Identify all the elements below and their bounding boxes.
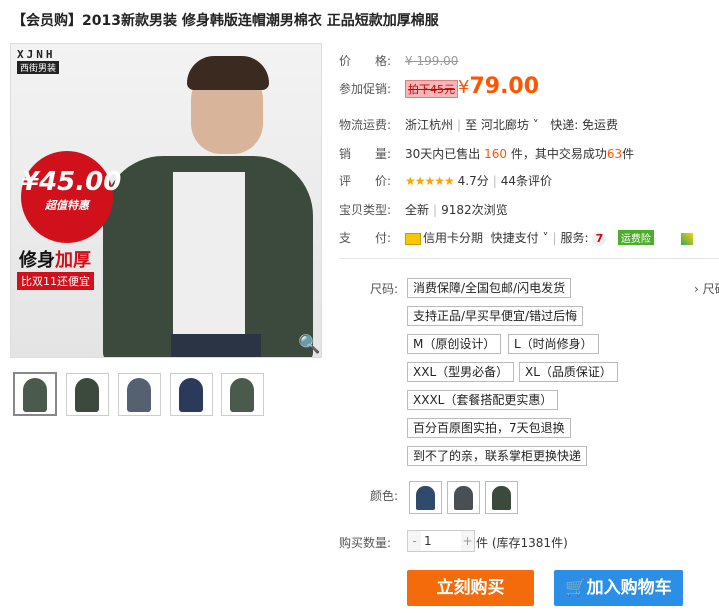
quantity-minus-button[interactable]: - (408, 531, 421, 551)
credit-card-icon (405, 232, 421, 245)
shipping-insurance-badge[interactable]: 运费险 (617, 230, 654, 245)
quantity-label: 购买数量: (339, 536, 392, 550)
rating-row: 评 价: ★★★★★ 4.7分 | 44条评价 (339, 174, 553, 188)
promo-price: ¥79.00 (458, 74, 540, 99)
shipping-to-select[interactable]: 河北廊坊 ˅ (481, 118, 539, 132)
brand-logo: XJNH 西街男装 (17, 48, 60, 74)
pay-credit[interactable]: 信用卡分期 (423, 231, 483, 245)
thumbnail-4[interactable] (170, 373, 213, 416)
size-option-8[interactable]: 百分百原图实拍，7天包退换 (407, 418, 571, 438)
quantity-input[interactable]: 1 (424, 531, 456, 551)
seven-day-return-icon[interactable]: 7 (592, 232, 607, 246)
size-option-l[interactable]: L（时尚修身） (508, 334, 599, 354)
shipping-row: 物流运费: 浙江杭州 | 至 河北廊坊 ˅ 快递: 免运费 (339, 118, 619, 132)
size-option-m[interactable]: M（原创设计） (407, 334, 502, 354)
type-label: 宝贝类型: (339, 203, 392, 217)
sales-row: 销 量: 30天内已售出 160 件，其中交易成功63件 (339, 145, 634, 162)
quantity-unit: 件 (476, 536, 489, 550)
thumbnail-4-shape (179, 378, 203, 412)
shipping-method: 快递: 免运费 (550, 118, 619, 132)
rating-count-link[interactable]: 44条评价 (501, 174, 552, 188)
size-option-xl[interactable]: XL（品质保证） (519, 362, 618, 382)
color-option-3[interactable] (485, 481, 518, 514)
color-option-2[interactable] (447, 481, 480, 514)
thumbnail-1-shape (23, 378, 47, 412)
zoom-icon[interactable]: 🔍 (298, 334, 320, 356)
thumbnail-5-shape (230, 378, 254, 412)
stock-count: (库存1381件) (491, 536, 568, 550)
stock-info: 件 (库存1381件) (476, 534, 568, 551)
main-product-image[interactable]: XJNH 西街男装 ¥45.00 超值特惠 修身加厚 比双11还便宜 🔍 (10, 43, 322, 358)
promo-tag: 拍下45元 (405, 80, 458, 98)
color-option-1-shape (416, 486, 435, 510)
size-label: 尺码: (370, 282, 399, 296)
sales-label: 销 量: (339, 147, 392, 161)
color-option-2-shape (454, 486, 473, 510)
payment-row: 支 付: 信用卡分期 快捷支付 ˅ | 服务: 7 运费险 (339, 229, 693, 246)
color-option-3-shape (492, 486, 511, 510)
pay-quick[interactable]: 快捷支付 (491, 231, 539, 245)
divider (339, 258, 719, 259)
promo-row: 参加促销: 拍下45元 ¥79.00 (339, 74, 539, 99)
thumbnail-3-shape (127, 378, 151, 412)
model-hair (187, 56, 269, 90)
type-value: 全新 (405, 203, 430, 217)
color-label: 颜色: (370, 489, 399, 503)
thumbnail-1[interactable] (13, 372, 57, 416)
color-option-1[interactable] (409, 481, 442, 514)
promo-label: 参加促销: (339, 82, 392, 96)
thumbnail-5[interactable] (221, 373, 264, 416)
thumbnail-2[interactable] (66, 373, 109, 416)
service-label: 服务: (560, 231, 589, 245)
size-guide-link[interactable]: › 尺码 (694, 280, 719, 297)
thumbnail-2-shape (75, 378, 99, 412)
price-badge: ¥45.00 超值特惠 (21, 151, 121, 243)
sales-suffix: 件 (622, 147, 635, 161)
quantity-plus-button[interactable]: + (461, 531, 474, 551)
shirt-shape (173, 172, 245, 357)
thumbnail-3[interactable] (118, 373, 161, 416)
size-option-xxl[interactable]: XXL（型男必备） (407, 362, 515, 382)
original-price: ¥ 199.00 (405, 54, 459, 68)
chevron-down-icon: ˅ (532, 118, 539, 132)
rating-stars: ★★★★★ (405, 174, 455, 188)
views-count: 9182次浏览 (441, 203, 508, 217)
rating-value: 4.7分 (457, 174, 489, 188)
price-label: 价 格: (339, 54, 392, 68)
promo-slogan: 修身加厚 (19, 250, 91, 271)
type-row: 宝贝类型: 全新 | 9182次浏览 (339, 203, 508, 217)
size-option-1[interactable]: 消费保障/全国包邮/闪电发货 (407, 278, 572, 298)
size-option-9[interactable]: 到不了的亲，联系掌柜更换快递 (407, 446, 588, 466)
pay-label: 支 付: (339, 231, 392, 245)
size-option-2[interactable]: 支持正品/早买早便宜/错过后悔 (407, 306, 584, 326)
rating-label: 评 价: (339, 174, 392, 188)
buy-now-button[interactable]: 立刻购买 (407, 570, 534, 606)
service-square-icon[interactable] (680, 232, 693, 245)
price-row: 价 格: ¥ 199.00 (339, 52, 458, 69)
jeans-shape (171, 334, 261, 357)
shipping-label: 物流运费: (339, 118, 392, 132)
chevron-down-icon[interactable]: ˅ (543, 231, 549, 245)
shipping-from: 浙江杭州 (405, 118, 454, 132)
sales-mid: 件，其中交易成功 (510, 147, 607, 161)
add-to-cart-button[interactable]: 🛒加入购物车 (554, 570, 683, 606)
quantity-stepper: - 1 + (407, 530, 475, 552)
sales-success: 63 (606, 147, 623, 161)
promo-banner: 比双11还便宜 (17, 272, 94, 290)
shipping-sep: 至 (465, 118, 478, 132)
sales-count: 160 (484, 147, 508, 161)
product-title: 【会员购】2013新款男装 修身韩版连帽潮男棉衣 正品短款加厚棉服 (12, 13, 439, 29)
size-option-xxxl[interactable]: XXXL（套餐搭配更实惠） (407, 390, 559, 410)
sales-text: 30天内已售出 (405, 147, 481, 161)
